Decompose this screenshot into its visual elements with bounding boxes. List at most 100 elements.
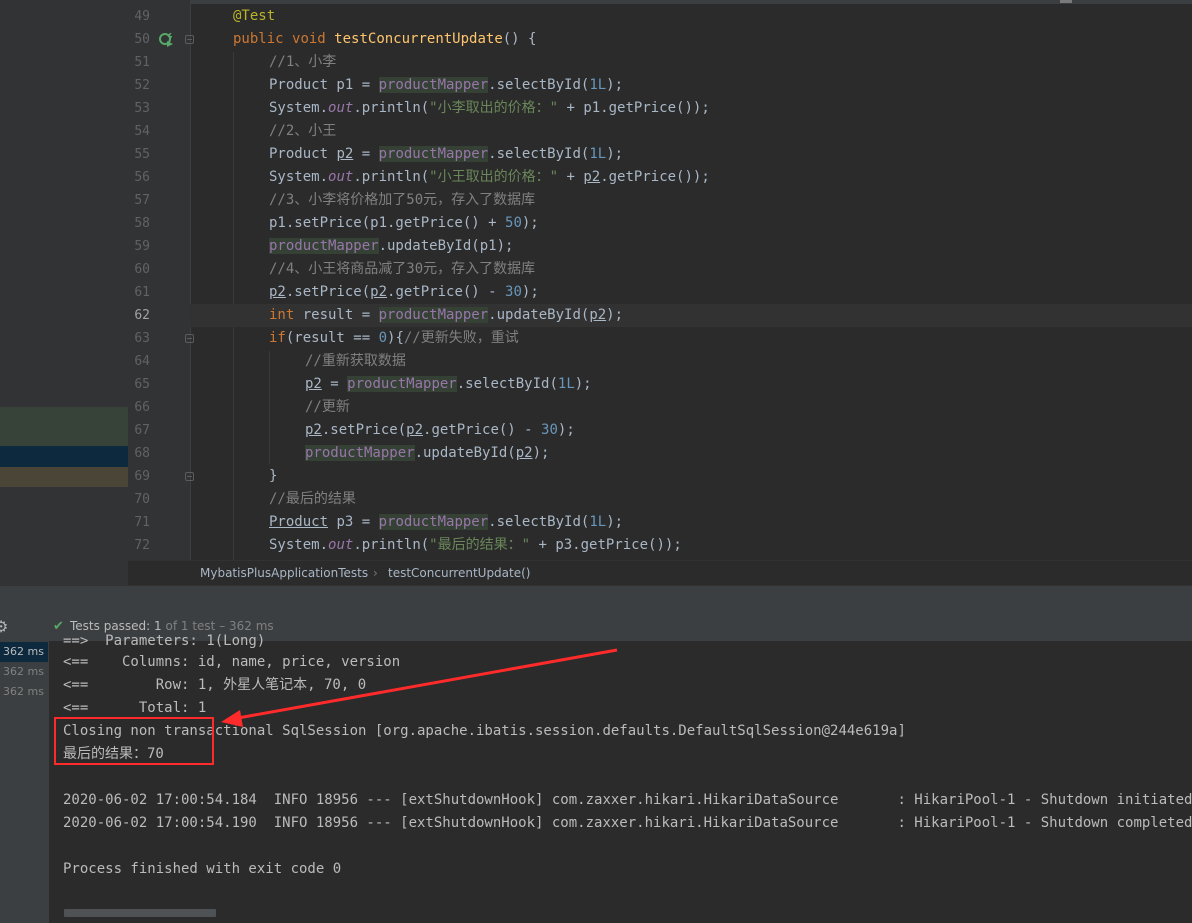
code-text: productMapper.updateById(p1); (269, 235, 513, 258)
code-line[interactable]: 49 @Test (134, 5, 1192, 28)
code-line[interactable]: 52 Product p1 = productMapper.selectById(… (134, 74, 1192, 97)
console-line: Process finished with exit code 0 (63, 861, 342, 877)
code-token: .selectById( (488, 77, 590, 93)
line-number[interactable]: 63 (128, 327, 150, 350)
code-line[interactable]: 60//4、小王将商品减了30元，存入了数据库 (134, 258, 1192, 281)
line-number[interactable]: 52 (128, 74, 150, 97)
code-token: .selectById( (488, 514, 590, 530)
code-line[interactable]: 65 p2 = productMapper.selectById(1L); (134, 373, 1192, 396)
code-line[interactable]: 68 productMapper.updateById(p2); (134, 442, 1192, 465)
test-tree-item[interactable]: 362 ms (0, 682, 48, 702)
code-token: ); (532, 445, 550, 461)
line-number[interactable]: 60 (128, 258, 150, 281)
code-text: //重新获取数据 (305, 350, 406, 373)
line-number[interactable]: 57 (128, 189, 150, 212)
code-line[interactable]: 72 System.out.println("最后的结果：" + p3.getPr… (134, 534, 1192, 557)
line-number[interactable]: 61 (128, 281, 150, 304)
line-number[interactable]: 59 (128, 235, 150, 258)
code-line[interactable]: 56 System.out.println("小王取出的价格：" + p2.get… (134, 166, 1192, 189)
code-line[interactable]: 54//2、小王 (134, 120, 1192, 143)
code-token: 30 (541, 422, 558, 438)
console-line: 2020-06-02 17:00:54.184 INFO 18956 --- [… (63, 792, 1192, 808)
test-duration: 362 ms (3, 645, 44, 658)
test-tree-item[interactable]: 362 ms (0, 662, 48, 682)
code-line[interactable]: 69} (134, 465, 1192, 488)
code-editor[interactable]: 49 @Test 50 public void testConcurrentUpdat… (0, 0, 1192, 585)
console-horizontal-scrollbar[interactable] (64, 909, 216, 917)
code-line[interactable]: 62 int result = productMapper.updateById(… (134, 304, 1192, 327)
code-token: ); (606, 77, 624, 93)
line-number[interactable]: 54 (128, 120, 150, 143)
code-line[interactable]: 51//1、小李 (134, 51, 1192, 74)
code-text: public void testConcurrentUpdate() { (233, 28, 536, 51)
code-text: //4、小王将商品减了30元，存入了数据库 (269, 258, 535, 281)
code-text: Product p2 = productMapper.selectById(1L… (269, 143, 623, 166)
code-token: + (558, 169, 584, 185)
line-number[interactable]: 66 (128, 396, 150, 419)
line-number[interactable]: 65 (128, 373, 150, 396)
line-number[interactable]: 72 (128, 534, 150, 557)
panel-divider[interactable] (0, 585, 1192, 613)
code-token: productMapper (378, 146, 489, 162)
code-token: testConcurrentUpdate (334, 31, 503, 47)
code-line[interactable]: 66//更新 (134, 396, 1192, 419)
code-text: productMapper.updateById(p2); (305, 442, 549, 465)
line-number[interactable]: 68 (128, 442, 150, 465)
code-text: int result = productMapper.updateById(p2… (269, 304, 623, 327)
code-token: + p3.getPrice()); (530, 537, 682, 553)
line-number[interactable]: 64 (128, 350, 150, 373)
test-tree-item[interactable]: 362 ms (0, 642, 48, 662)
code-token: p2 (406, 422, 424, 438)
line-number[interactable]: 55 (128, 143, 150, 166)
code-area[interactable]: 49 @Test 50 public void testConcurrentUpdat… (134, 0, 1192, 560)
code-line[interactable]: 50 public void testConcurrentUpdate() { (134, 28, 1192, 51)
code-line[interactable]: 55 Product p2 = productMapper.selectById(… (134, 143, 1192, 166)
gear-icon[interactable]: ⚙ (0, 619, 8, 635)
code-line[interactable]: 63 if(result == 0){//更新失败，重试 (134, 327, 1192, 350)
project-panel-selection[interactable] (0, 446, 128, 467)
code-token: = (353, 146, 379, 162)
code-line[interactable]: 53 System.out.println("小李取出的价格：" + p1.get… (134, 97, 1192, 120)
code-token: .updateById( (414, 445, 516, 461)
test-duration: 362 ms (3, 665, 44, 678)
project-panel-highlight-2 (0, 467, 128, 487)
code-line[interactable]: 57//3、小李将价格加了50元，存入了数据库 (134, 189, 1192, 212)
code-line[interactable]: 59 productMapper.updateById(p1); (134, 235, 1192, 258)
line-number[interactable]: 58 (128, 212, 150, 235)
line-number[interactable]: 69 (128, 465, 150, 488)
code-token: p2 (370, 284, 388, 300)
code-token: System. (269, 169, 329, 185)
code-line[interactable]: 70//最后的结果 (134, 488, 1192, 511)
line-number[interactable]: 50 (128, 28, 150, 51)
code-line[interactable]: 58 p1.setPrice(p1.getPrice() + 50); (134, 212, 1192, 235)
code-token: p2 (305, 376, 322, 392)
line-number[interactable]: 67 (128, 419, 150, 442)
line-number[interactable]: 49 (128, 5, 150, 28)
code-line[interactable]: 61 p2.setPrice(p2.getPrice() - 30); (134, 281, 1192, 304)
line-number[interactable]: 71 (128, 511, 150, 534)
code-token: //1、小李 (269, 54, 337, 70)
code-token: //更新 (305, 399, 350, 415)
line-number[interactable]: 62 (128, 304, 150, 327)
code-token: 0 (378, 330, 388, 346)
line-number[interactable]: 51 (128, 51, 150, 74)
project-panel-strip[interactable] (0, 0, 128, 585)
code-token: //重新获取数据 (305, 353, 406, 369)
test-results-tree[interactable]: 362 ms 362 ms 362 ms (0, 641, 50, 923)
code-token: "最后的结果：" (429, 537, 531, 553)
breadcrumb-class[interactable]: MybatisPlusApplicationTests (200, 561, 368, 586)
line-number[interactable]: 53 (128, 97, 150, 120)
line-number[interactable]: 56 (128, 166, 150, 189)
code-line[interactable]: 71 Product p3 = productMapper.selectById(… (134, 511, 1192, 534)
code-line[interactable]: 64//重新获取数据 (134, 350, 1192, 373)
code-line[interactable]: 67 p2.setPrice(p2.getPrice() - 30); (134, 419, 1192, 442)
console-output[interactable]: ==> Parameters: 1(Long) <== Columns: id,… (49, 633, 1192, 923)
run-test-icon[interactable] (159, 33, 175, 47)
line-number[interactable]: 70 (128, 488, 150, 511)
breadcrumb-method[interactable]: testConcurrentUpdate() (388, 561, 530, 586)
code-token: out (328, 169, 354, 185)
code-token: () { (502, 31, 537, 47)
code-token: 1L (589, 146, 607, 162)
code-token: out (328, 537, 354, 553)
code-token: void (292, 31, 335, 47)
